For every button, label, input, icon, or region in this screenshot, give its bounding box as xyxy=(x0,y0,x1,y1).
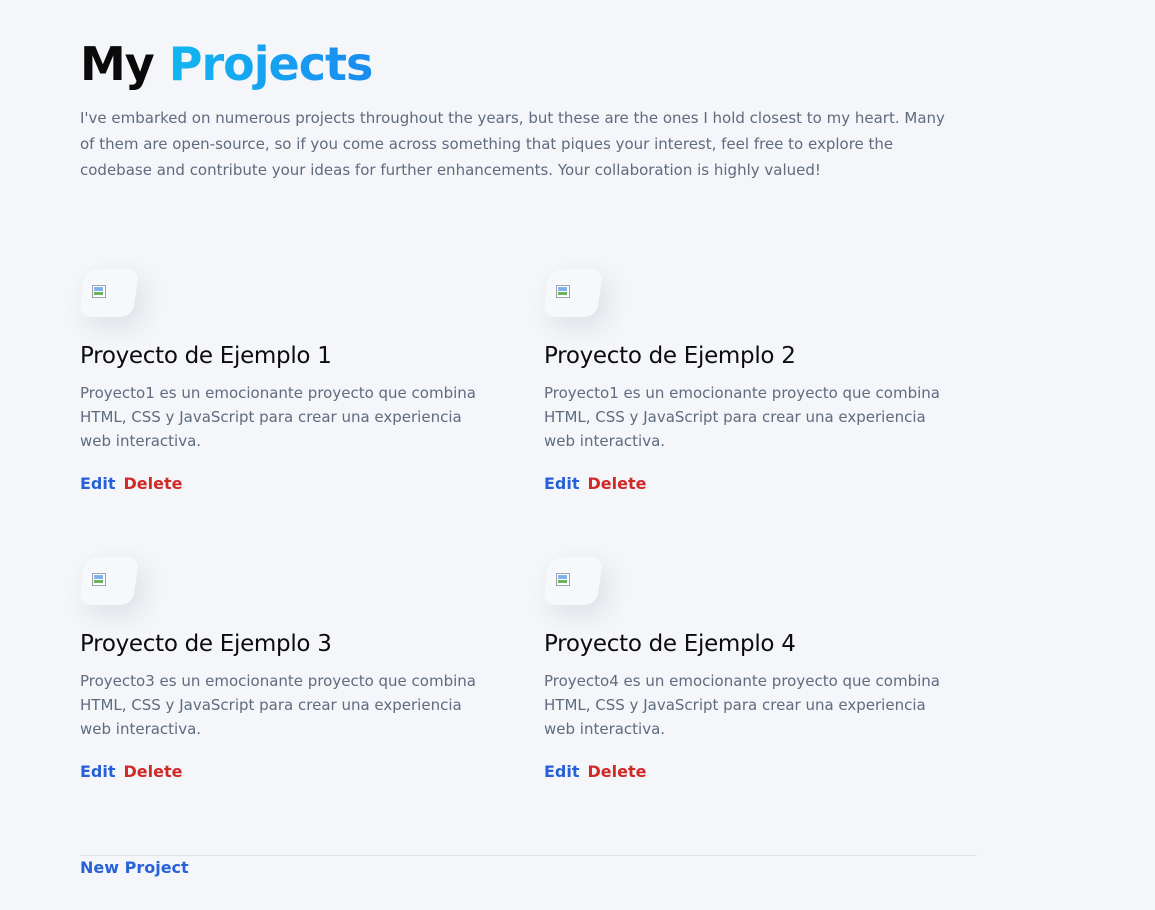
footer-divider xyxy=(80,855,977,856)
thumbnail-frame xyxy=(542,269,604,317)
project-thumbnail xyxy=(542,541,654,631)
page-title: My Projects xyxy=(80,34,374,94)
page-title-accent: Projects xyxy=(168,37,374,91)
project-card: Proyecto de Ejemplo 2 Proyecto1 es un em… xyxy=(542,253,964,503)
project-description: Proyecto3 es un emocionante proyecto que… xyxy=(80,672,476,738)
project-description: Proyecto1 es un emocionante proyecto que… xyxy=(80,384,476,450)
thumbnail-frame xyxy=(542,557,604,605)
project-card: Proyecto de Ejemplo 3 Proyecto3 es un em… xyxy=(78,541,500,791)
project-title: Proyecto de Ejemplo 3 xyxy=(80,631,332,657)
project-actions: Edit Delete xyxy=(544,762,646,782)
project-thumbnail xyxy=(542,253,654,343)
delete-button[interactable]: Delete xyxy=(124,474,183,494)
project-title: Proyecto de Ejemplo 4 xyxy=(544,631,796,657)
project-description: Proyecto4 es un emocionante proyecto que… xyxy=(544,672,940,738)
project-card: Proyecto de Ejemplo 4 Proyecto4 es un em… xyxy=(542,541,964,791)
edit-button[interactable]: Edit xyxy=(544,762,580,782)
delete-button[interactable]: Delete xyxy=(588,474,647,494)
edit-button[interactable]: Edit xyxy=(80,762,116,782)
delete-button[interactable]: Delete xyxy=(588,762,647,782)
delete-button[interactable]: Delete xyxy=(124,762,183,782)
edit-button[interactable]: Edit xyxy=(80,474,116,494)
broken-image-icon xyxy=(92,573,106,586)
project-thumbnail xyxy=(78,253,190,343)
intro-text: I've embarked on numerous projects throu… xyxy=(80,109,945,179)
project-description: Proyecto1 es un emocionante proyecto que… xyxy=(544,384,940,450)
edit-button[interactable]: Edit xyxy=(544,474,580,494)
project-thumbnail xyxy=(78,541,190,631)
new-project-button[interactable]: New Project xyxy=(80,858,189,878)
thumbnail-frame xyxy=(78,269,140,317)
project-title: Proyecto de Ejemplo 1 xyxy=(80,343,332,369)
project-actions: Edit Delete xyxy=(80,762,182,782)
project-card: Proyecto de Ejemplo 1 Proyecto1 es un em… xyxy=(78,253,500,503)
project-actions: Edit Delete xyxy=(80,474,182,494)
page-title-plain: My xyxy=(80,37,155,91)
project-title: Proyecto de Ejemplo 2 xyxy=(544,343,796,369)
thumbnail-frame xyxy=(78,557,140,605)
project-actions: Edit Delete xyxy=(544,474,646,494)
broken-image-icon xyxy=(92,285,106,298)
broken-image-icon xyxy=(556,573,570,586)
broken-image-icon xyxy=(556,285,570,298)
projects-page: My Projects I've embarked on numerous pr… xyxy=(0,0,1155,910)
